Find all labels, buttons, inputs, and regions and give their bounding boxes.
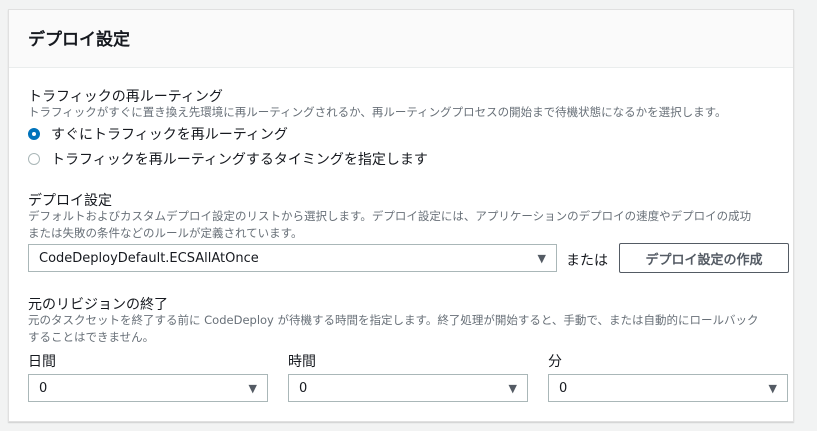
radio-specify-timing[interactable]: トラフィックを再ルーティングするタイミングを指定します bbox=[28, 149, 428, 169]
deploy-config-label: デプロイ設定 bbox=[28, 193, 112, 209]
traffic-rerouting-label: トラフィックの再ルーティング bbox=[28, 89, 223, 105]
hours-label: 時間 bbox=[288, 354, 316, 370]
radio-label: すぐにトラフィックを再ルーティング bbox=[51, 127, 288, 143]
caret-down-icon: ▼ bbox=[508, 381, 517, 395]
termination-label: 元のリビジョンの終了 bbox=[28, 297, 168, 313]
radio-selected-icon[interactable] bbox=[28, 128, 40, 140]
radio-label: トラフィックを再ルーティングするタイミングを指定します bbox=[51, 152, 428, 168]
deploy-config-select[interactable]: CodeDeployDefault.ECSAllAtOnce ▼ bbox=[28, 244, 557, 272]
termination-description: 元のタスクセットを終了する前に CodeDeploy が待機する時間を指定します… bbox=[28, 313, 759, 327]
deploy-config-description: デフォルトおよびカスタムデプロイ設定のリストから選択します。デプロイ設定には、ア… bbox=[28, 209, 752, 223]
deploy-config-description-2: または失敗の条件などのルールが定義されています。 bbox=[28, 226, 303, 240]
termination-description-2: することはできません。 bbox=[28, 330, 155, 344]
create-deploy-config-button[interactable]: デプロイ設定の作成 bbox=[619, 243, 789, 273]
caret-down-icon: ▼ bbox=[537, 251, 546, 265]
deploy-settings-panel: デプロイ設定 トラフィックの再ルーティング トラフィックがすぐに置き換え先環境に… bbox=[8, 9, 794, 422]
days-label: 日間 bbox=[28, 354, 56, 370]
select-value: 0 bbox=[559, 380, 568, 396]
select-value: CodeDeployDefault.ECSAllAtOnce bbox=[39, 250, 259, 266]
traffic-rerouting-description: トラフィックがすぐに置き換え先環境に再ルーティングされるか、再ルーティングプロセ… bbox=[28, 105, 727, 119]
caret-down-icon: ▼ bbox=[768, 381, 777, 395]
radio-unselected-icon[interactable] bbox=[28, 153, 40, 165]
minutes-label: 分 bbox=[548, 354, 562, 370]
select-value: 0 bbox=[299, 380, 308, 396]
caret-down-icon: ▼ bbox=[248, 381, 257, 395]
or-text: または bbox=[566, 253, 608, 269]
days-select[interactable]: 0 ▼ bbox=[28, 374, 268, 402]
minutes-select[interactable]: 0 ▼ bbox=[548, 374, 788, 402]
hours-select[interactable]: 0 ▼ bbox=[288, 374, 528, 402]
select-value: 0 bbox=[39, 380, 48, 396]
panel-header: デプロイ設定 bbox=[9, 10, 793, 68]
panel-title: デプロイ設定 bbox=[28, 30, 130, 50]
radio-reroute-immediately[interactable]: すぐにトラフィックを再ルーティング bbox=[28, 124, 288, 144]
